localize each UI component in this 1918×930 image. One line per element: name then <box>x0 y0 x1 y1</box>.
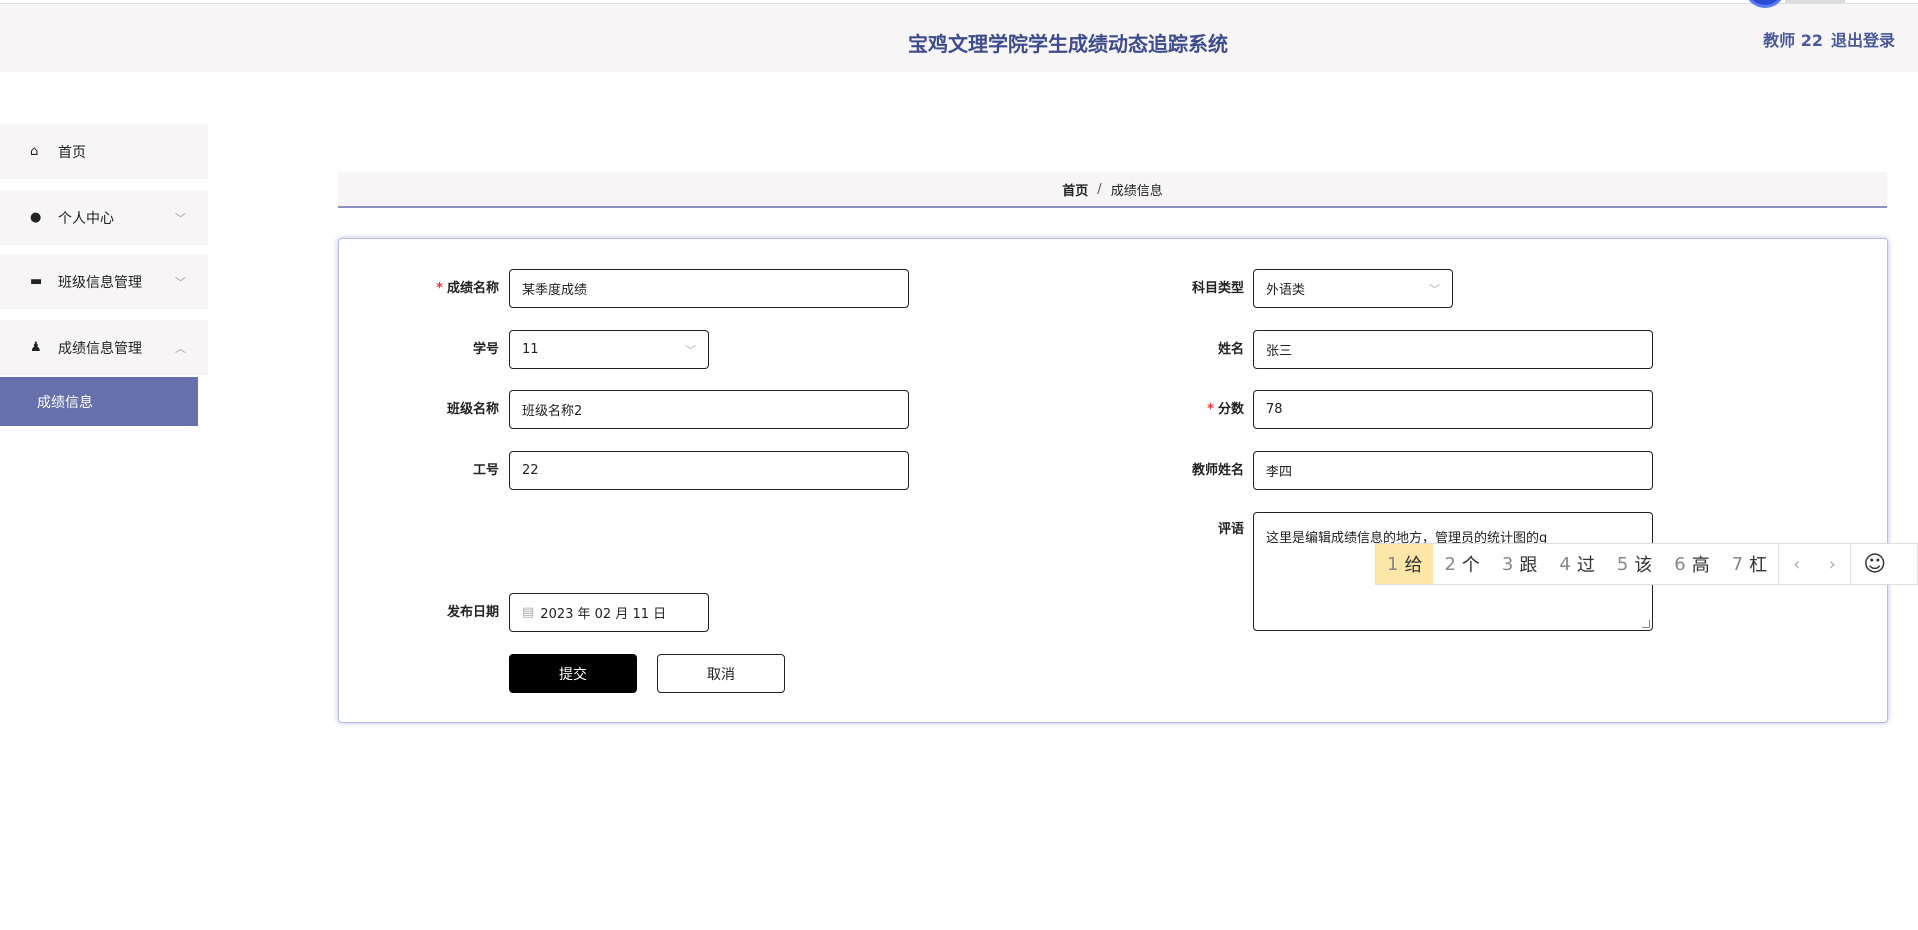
name-label: 姓名 <box>1217 342 1244 357</box>
subject-type-label: 科目类型 <box>1191 281 1244 296</box>
candidate-char: 该 <box>1634 555 1653 576</box>
select-value: 外语类 <box>1266 283 1306 298</box>
student-no-select[interactable]: 11 ﹀ <box>509 330 709 369</box>
staff-no-input[interactable]: 22 <box>509 451 909 490</box>
calendar-icon: ▤ <box>522 605 535 620</box>
candidate-number: 6 <box>1674 553 1686 575</box>
candidate-char: 杠 <box>1749 555 1768 576</box>
breadcrumb-separator: / <box>1097 181 1102 197</box>
breadcrumb-home[interactable]: 首页 <box>1062 180 1088 199</box>
candidate-char: 跟 <box>1519 555 1538 576</box>
breadcrumb-current: 成绩信息 <box>1110 183 1163 199</box>
ime-candidate[interactable]: 5该 <box>1606 544 1663 584</box>
sidebar-item-label: 个人中心 <box>58 210 114 227</box>
subject-type-select[interactable]: 外语类 ﹀ <box>1253 269 1453 308</box>
app-title: 宝鸡文理学院学生成绩动态追踪系统 <box>908 32 1228 56</box>
sidebar-item-label: 班级信息管理 <box>58 274 142 291</box>
sidebar-item-home[interactable]: ⌂ 首页 <box>0 124 208 179</box>
class-name-input[interactable]: 班级名称2 <box>509 390 909 429</box>
staff-no-label: 工号 <box>472 463 499 478</box>
briefcase-icon: ▬ <box>30 274 43 289</box>
teacher-name-label: 教师姓名 <box>1191 463 1244 478</box>
header: 宝鸡文理学院学生成绩动态追踪系统 教师 22 退出登录 <box>0 3 1918 72</box>
user-name: 教师 22 <box>1763 31 1823 50</box>
ime-candidate[interactable]: 6高 <box>1663 544 1720 584</box>
student-no-label: 学号 <box>472 342 499 357</box>
ime-candidate[interactable]: 7杠 <box>1721 544 1778 584</box>
chevron-down-icon: ﹀ <box>175 275 186 289</box>
ime-candidate[interactable]: 1给 <box>1376 544 1434 584</box>
chevron-down-icon: ﹀ <box>175 211 186 225</box>
candidate-number: 3 <box>1501 553 1514 575</box>
resize-handle[interactable] <box>1642 620 1650 628</box>
submit-button[interactable]: 提交 <box>509 654 637 693</box>
sidebar-item-class[interactable]: ▬ 班级信息管理 ﹀ <box>0 254 208 309</box>
sidebar-item-profile[interactable]: ● 个人中心 ﹀ <box>0 190 208 245</box>
candidate-number: 7 <box>1731 553 1744 575</box>
sidebar-item-label: 首页 <box>58 144 86 161</box>
publish-date-picker[interactable]: ▤ 2023 年 02 月 11 日 <box>509 593 709 632</box>
name-input[interactable]: 张三 <box>1253 330 1653 369</box>
sidebar-item-label: 成绩信息管理 <box>58 340 142 357</box>
chevron-down-icon: ﹀ <box>1429 282 1440 296</box>
breadcrumb: 首页 / 成绩信息 <box>338 172 1887 208</box>
required-mark: * <box>1207 402 1214 417</box>
edit-form: * 成绩名称 某季度成绩 学号 11 ﹀ 班级名称 班级名称2 工号 22 发布日期… <box>338 238 1888 723</box>
user-area: 教师 22 退出登录 <box>1763 27 1895 51</box>
chevron-up-icon: ︿ <box>175 341 186 355</box>
candidate-number: 4 <box>1559 553 1571 575</box>
ime-candidate[interactable]: 2个 <box>1433 544 1490 584</box>
candidate-number: 5 <box>1616 553 1629 575</box>
comment-label: 评语 <box>1217 522 1244 537</box>
label-text: 分数 <box>1217 402 1244 417</box>
user-stamp-icon: ♟ <box>30 340 42 355</box>
teacher-name-input[interactable]: 李四 <box>1253 451 1653 490</box>
ime-candidate[interactable]: 3跟 <box>1491 544 1548 584</box>
score-input[interactable]: 78 <box>1253 390 1653 429</box>
logout-link[interactable]: 退出登录 <box>1831 31 1895 50</box>
candidate-number: 2 <box>1444 553 1456 575</box>
label-text: 成绩名称 <box>446 281 499 296</box>
ime-prev-icon[interactable]: ‹ <box>1778 544 1814 584</box>
sidebar-item-scores[interactable]: ♟ 成绩信息管理 ︿ <box>0 320 208 375</box>
cancel-button[interactable]: 取消 <box>657 654 785 693</box>
emoji-icon[interactable]: ☺ <box>1850 544 1898 584</box>
ime-next-icon[interactable]: › <box>1814 544 1850 584</box>
select-value: 11 <box>522 342 539 357</box>
sidebar-subitem-score-info[interactable]: 成绩信息 <box>0 377 198 426</box>
publish-date-label: 发布日期 <box>446 605 499 620</box>
candidate-char: 个 <box>1461 555 1480 576</box>
required-mark: * <box>436 281 443 296</box>
divider <box>1785 0 1845 3</box>
score-label: * 分数 <box>1104 390 1244 429</box>
score-name-label: * 成绩名称 <box>359 269 499 308</box>
candidate-char: 过 <box>1576 555 1595 576</box>
home-icon: ⌂ <box>30 144 39 159</box>
ime-candidate[interactable]: 4过 <box>1548 544 1605 584</box>
class-name-label: 班级名称 <box>446 402 499 417</box>
user-icon: ● <box>30 210 42 225</box>
ime-candidate-bar: 1给 2个 3跟 4过 5该 6高 7杠 ‹ › ☺ <box>1375 543 1918 585</box>
chevron-down-icon: ﹀ <box>685 343 696 357</box>
score-name-input[interactable]: 某季度成绩 <box>509 269 909 308</box>
candidate-char: 高 <box>1691 555 1710 576</box>
date-value: 2023 年 02 月 11 日 <box>540 607 667 622</box>
candidate-number: 1 <box>1387 553 1399 575</box>
candidate-char: 给 <box>1404 555 1423 576</box>
